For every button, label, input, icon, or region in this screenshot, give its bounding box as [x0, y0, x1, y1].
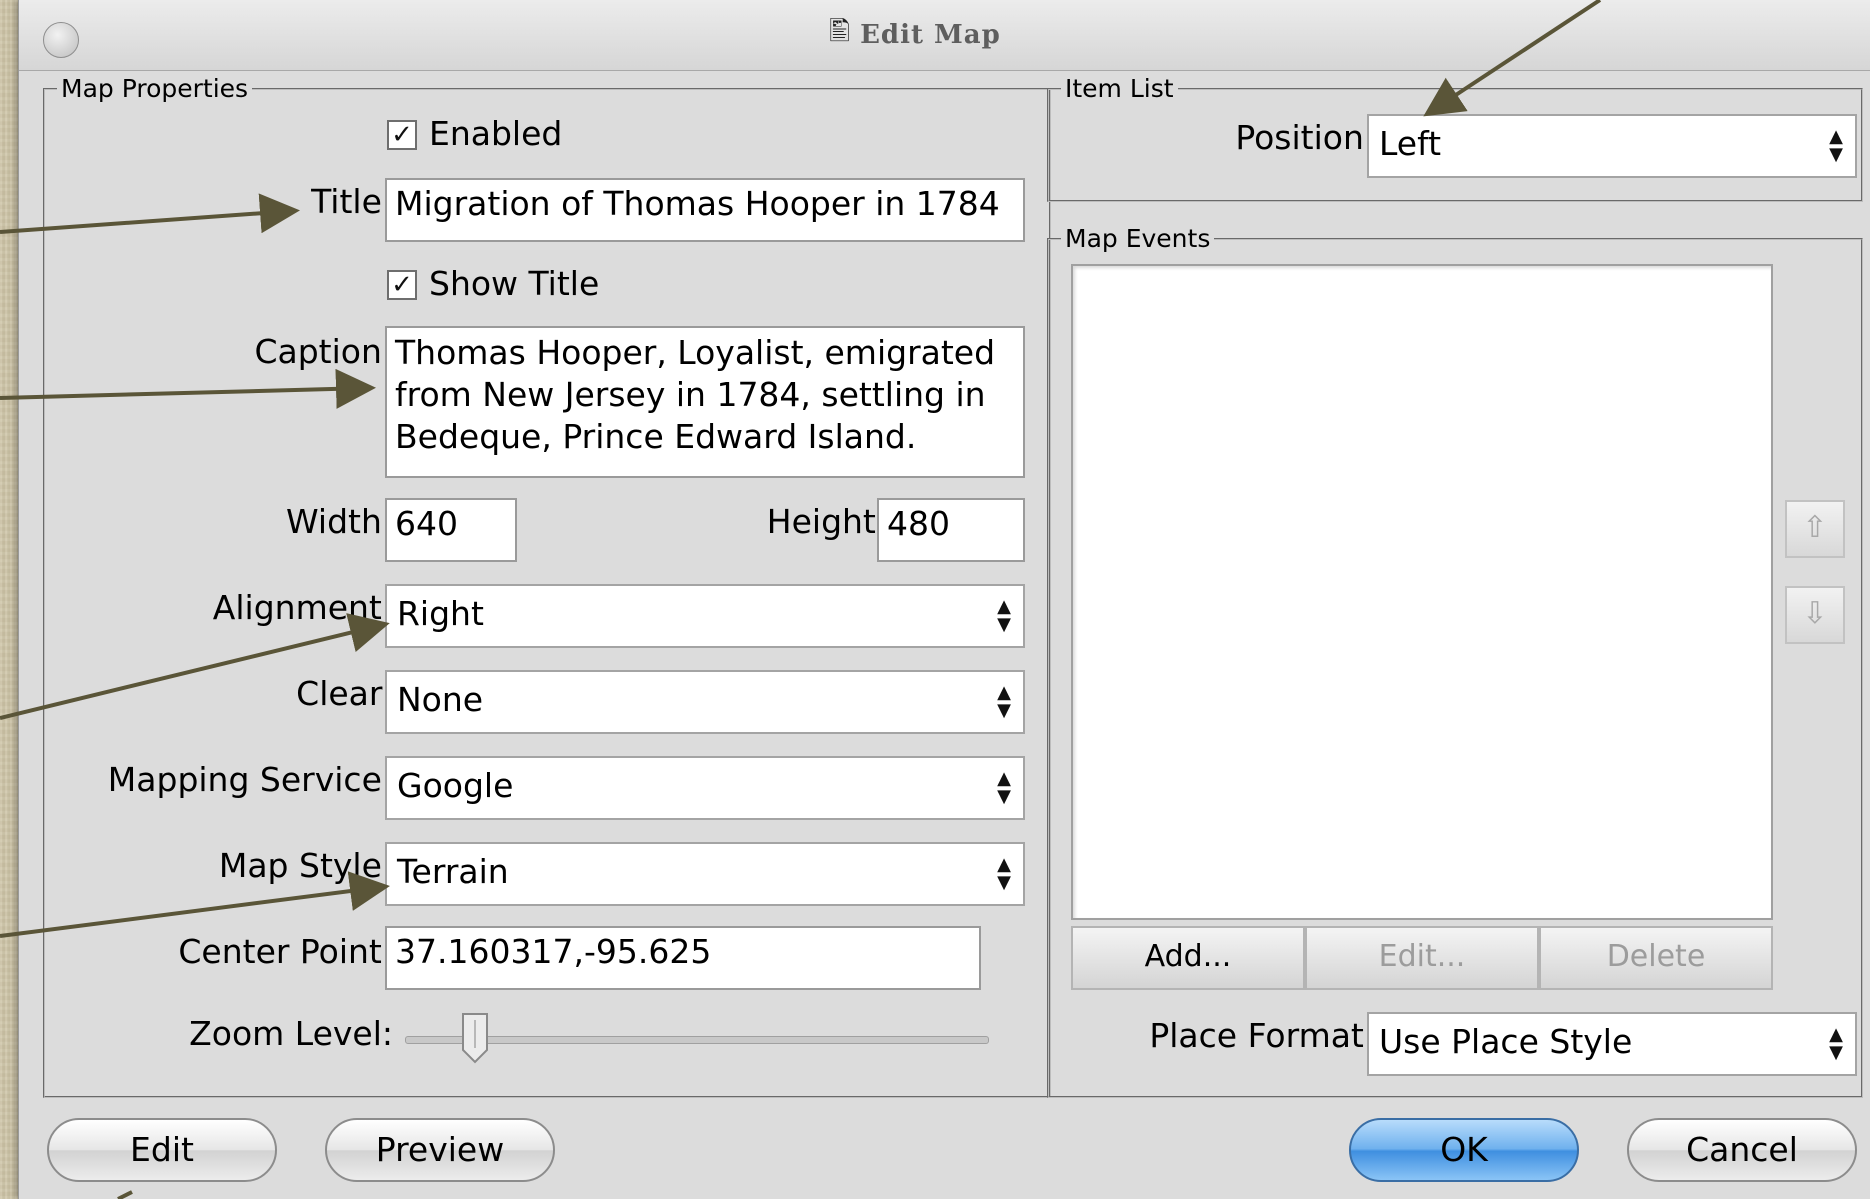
- mapping-service-value: Google: [397, 766, 514, 805]
- delete-event-button[interactable]: Delete: [1539, 926, 1773, 990]
- width-input[interactable]: 640: [385, 498, 517, 562]
- select-arrows-icon: ▲ ▼: [997, 596, 1011, 635]
- select-arrows-icon: ▲ ▼: [1829, 126, 1843, 165]
- select-arrows-icon: ▲ ▼: [997, 682, 1011, 721]
- clear-value: None: [397, 680, 484, 719]
- place-format-label: Place Format:: [1149, 1016, 1375, 1055]
- alignment-label: Alignment:: [212, 588, 393, 627]
- mapping-service-label: Mapping Service:: [107, 760, 393, 799]
- center-point-label: Center Point:: [178, 932, 393, 971]
- delete-event-label: Delete: [1606, 939, 1706, 974]
- preview-button-label: Preview: [375, 1130, 505, 1169]
- enabled-label: Enabled: [429, 114, 563, 153]
- position-value: Left: [1379, 124, 1442, 163]
- height-label: Height:: [766, 502, 887, 541]
- window-title: Edit Map: [860, 20, 1001, 50]
- mapping-service-select[interactable]: Google ▲ ▼: [385, 756, 1025, 820]
- place-format-value: Use Place Style: [1379, 1022, 1633, 1061]
- caption-label: Caption:: [254, 332, 393, 371]
- title-label: Title:: [311, 182, 393, 221]
- arrow-up-icon[interactable]: ⇧: [1785, 500, 1845, 558]
- title-bar[interactable]: 🖺 Edit Map: [19, 0, 1870, 71]
- show-title-checkbox[interactable]: ✓: [387, 270, 417, 300]
- map-properties-legend: Map Properties: [61, 74, 249, 103]
- map-style-value: Terrain: [397, 852, 509, 891]
- edit-event-button[interactable]: Edit...: [1305, 926, 1539, 990]
- edit-map-dialog: 🖺 Edit Map Map Properties ✓ Enabled Titl…: [18, 0, 1870, 1199]
- map-events-legend: Map Events: [1065, 224, 1211, 253]
- preview-button[interactable]: Preview: [325, 1118, 555, 1182]
- edit-button-label: Edit: [130, 1130, 194, 1169]
- clear-label: Clear:: [296, 674, 393, 713]
- ok-button[interactable]: OK: [1349, 1118, 1579, 1182]
- item-list-legend: Item List: [1065, 74, 1174, 103]
- add-event-button[interactable]: Add...: [1071, 926, 1305, 990]
- ok-button-label: OK: [1440, 1130, 1488, 1169]
- select-arrows-icon: ▲ ▼: [997, 854, 1011, 893]
- zoom-slider-thumb[interactable]: [461, 1012, 489, 1064]
- zoom-slider-track[interactable]: [405, 1036, 989, 1044]
- edit-button[interactable]: Edit: [47, 1118, 277, 1182]
- edit-event-label: Edit...: [1378, 939, 1466, 974]
- arrow-down-icon[interactable]: ⇩: [1785, 586, 1845, 644]
- add-event-label: Add...: [1144, 939, 1232, 974]
- center-point-input[interactable]: 37.160317,-95.625: [385, 926, 981, 990]
- alignment-select[interactable]: Right ▲ ▼: [385, 584, 1025, 648]
- cancel-button-label: Cancel: [1686, 1130, 1798, 1169]
- show-title-label: Show Title: [429, 264, 600, 303]
- map-events-list[interactable]: [1071, 264, 1773, 920]
- position-label: Position:: [1235, 118, 1375, 157]
- map-icon: 🖺: [829, 17, 851, 47]
- select-arrows-icon: ▲ ▼: [1829, 1024, 1843, 1063]
- map-style-select[interactable]: Terrain ▲ ▼: [385, 842, 1025, 906]
- clear-select[interactable]: None ▲ ▼: [385, 670, 1025, 734]
- enabled-checkbox[interactable]: ✓: [387, 120, 417, 150]
- position-select[interactable]: Left ▲ ▼: [1367, 114, 1857, 178]
- cancel-button[interactable]: Cancel: [1627, 1118, 1857, 1182]
- height-input[interactable]: 480: [877, 498, 1025, 562]
- caption-textarea[interactable]: Thomas Hooper, Loyalist, emigrated from …: [385, 326, 1025, 478]
- map-style-label: Map Style:: [218, 846, 393, 885]
- title-input[interactable]: Migration of Thomas Hooper in 1784: [385, 178, 1025, 242]
- title-wrap: 🖺 Edit Map: [19, 0, 1870, 70]
- zoom-level-label: Zoom Level:: [189, 1014, 393, 1053]
- select-arrows-icon: ▲ ▼: [997, 768, 1011, 807]
- alignment-value: Right: [397, 594, 484, 633]
- place-format-select[interactable]: Use Place Style ▲ ▼: [1367, 1012, 1857, 1076]
- width-label: Width:: [286, 502, 393, 541]
